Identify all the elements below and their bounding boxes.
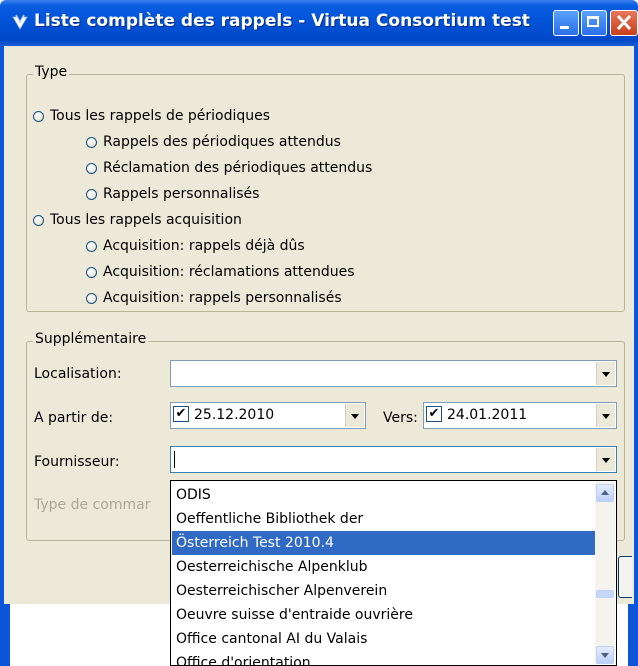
window-border-right (628, 604, 638, 666)
chevron-down-icon[interactable] (596, 404, 615, 427)
radio-label: Acquisition: rappels déjà dûs (103, 238, 305, 254)
chevron-down-icon[interactable] (596, 448, 615, 471)
to-date-checkbox[interactable]: ✔ (426, 406, 442, 422)
window-title: Liste complète des rappels - Virtua Cons… (34, 11, 530, 31)
scroll-down-icon[interactable] (596, 646, 614, 664)
radio-button[interactable] (86, 188, 97, 200)
supplier-dropdown-list[interactable]: ODIS Oeffentliche Bibliothek der Österre… (170, 480, 617, 666)
minimize-icon[interactable] (553, 10, 579, 36)
from-date-value: 25.12.2010 (194, 407, 275, 423)
radio-all-periodicals[interactable]: Tous les rappels de périodiques (33, 106, 270, 126)
radio-periodicals-claims[interactable]: Réclamation des périodiques attendus (86, 158, 372, 178)
radio-acq-overdue[interactable]: Acquisition: rappels déjà dûs (86, 236, 305, 256)
radio-label: Acquisition: rappels personnalisés (103, 290, 342, 306)
chevron-down-icon[interactable] (345, 404, 364, 427)
list-item[interactable]: Oeffentliche Bibliothek der (172, 507, 595, 531)
list-item[interactable]: Office d'orientation (172, 651, 595, 665)
list-item[interactable]: Oesterreichische Alpenklub (172, 555, 595, 579)
chevron-down-icon[interactable] (596, 362, 615, 385)
order-type-label: Type de commar (34, 497, 151, 513)
radio-label: Tous les rappels acquisition (50, 212, 242, 228)
list-item-selected[interactable]: Österreich Test 2010.4 (172, 531, 595, 555)
radio-label: Réclamation des périodiques attendus (103, 160, 373, 176)
radio-label: Rappels personnalisés (103, 186, 260, 202)
radio-acq-claims[interactable]: Acquisition: réclamations attendues (86, 262, 355, 282)
scroll-thumb[interactable] (596, 590, 614, 598)
list-item[interactable]: Oeuvre suisse d'entraide ouvrière (172, 603, 595, 627)
localisation-combo[interactable] (170, 360, 617, 387)
to-date-value: 24.01.2011 (447, 407, 528, 423)
radio-button[interactable] (86, 136, 97, 148)
radio-label: Acquisition: réclamations attendues (103, 264, 355, 280)
type-group-legend: Type (33, 64, 70, 80)
list-item[interactable]: ODIS (172, 483, 595, 507)
radio-periodicals-expected[interactable]: Rappels des périodiques attendus (86, 132, 341, 152)
supplier-label: Fournisseur: (34, 454, 120, 470)
radio-button[interactable] (33, 110, 44, 122)
extra-group-legend: Supplémentaire (33, 331, 149, 347)
supplier-combo[interactable] (170, 446, 617, 473)
radio-button[interactable] (86, 292, 97, 304)
localisation-label: Localisation: (34, 366, 122, 382)
maximize-icon[interactable] (581, 10, 607, 36)
radio-all-acquisitions[interactable]: Tous les rappels acquisition (33, 210, 242, 230)
close-x-glyph (616, 14, 632, 31)
dropdown-scrollbar[interactable] (595, 482, 615, 664)
radio-acq-custom[interactable]: Acquisition: rappels personnalisés (86, 288, 342, 308)
scroll-up-icon[interactable] (596, 484, 614, 502)
from-date-label: A partir de: (34, 410, 114, 426)
radio-button[interactable] (86, 266, 97, 278)
from-date-picker[interactable]: ✔ 25.12.2010 (170, 402, 366, 429)
text-caret (174, 451, 175, 468)
radio-button[interactable] (86, 240, 97, 252)
close-icon[interactable] (610, 10, 638, 36)
title-bar[interactable]: Liste complète des rappels - Virtua Cons… (0, 0, 638, 46)
partial-button[interactable] (618, 556, 632, 598)
virtua-app-icon (12, 14, 28, 30)
list-item[interactable]: Office cantonal AI du Valais (172, 627, 595, 651)
radio-label: Tous les rappels de périodiques (50, 108, 271, 124)
window-border-left (0, 604, 10, 666)
to-date-picker[interactable]: ✔ 24.01.2011 (423, 402, 617, 429)
to-date-label: Vers: (383, 410, 418, 426)
from-date-checkbox[interactable]: ✔ (173, 406, 189, 422)
radio-button[interactable] (33, 214, 44, 226)
list-item[interactable]: Oesterreichischer Alpenverein (172, 579, 595, 603)
radio-periodicals-custom[interactable]: Rappels personnalisés (86, 184, 259, 204)
radio-button[interactable] (86, 162, 97, 174)
radio-label: Rappels des périodiques attendus (103, 134, 341, 150)
